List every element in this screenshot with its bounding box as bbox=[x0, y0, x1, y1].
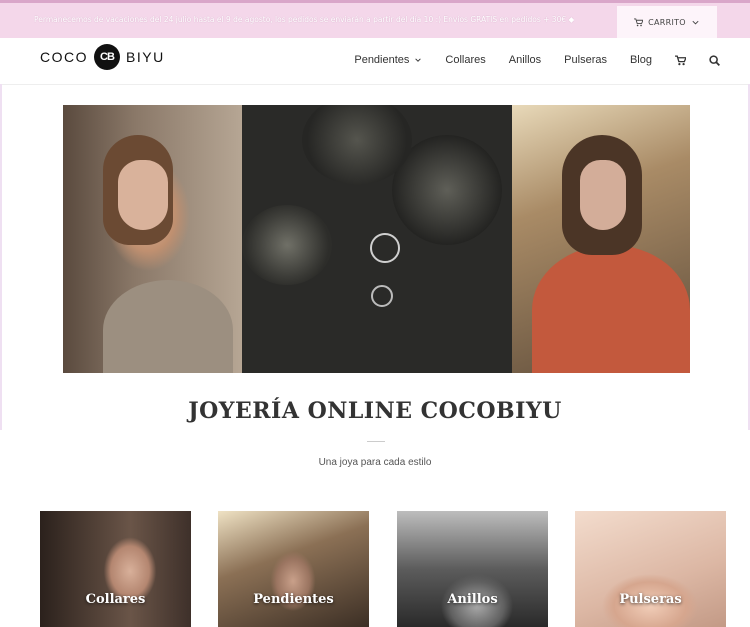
hero-photo-cactus-necklace bbox=[242, 105, 512, 373]
nav-search-button[interactable] bbox=[709, 54, 720, 66]
logo-text-right: BIYU bbox=[126, 49, 165, 65]
hero-photo-woman-blazer bbox=[512, 105, 690, 373]
cart-icon bbox=[675, 54, 686, 65]
nav-item-blog[interactable]: Blog bbox=[630, 54, 652, 66]
category-label: Anillos bbox=[447, 592, 498, 607]
category-card-pulseras[interactable]: Pulseras bbox=[575, 511, 726, 627]
nav-item-pendientes[interactable]: Pendientes bbox=[354, 54, 422, 66]
nav-item-anillos[interactable]: Anillos bbox=[509, 54, 541, 66]
category-label: Pulseras bbox=[619, 592, 682, 607]
hero-photo-woman-earring bbox=[63, 105, 242, 373]
nav-label: Collares bbox=[445, 54, 486, 66]
nav-label: Blog bbox=[629, 54, 652, 66]
page-side-band-left bbox=[0, 84, 2, 430]
category-card-collares[interactable]: Collares bbox=[40, 511, 191, 627]
site-header: COCO CB BIYU Pendientes Collares Anillos… bbox=[0, 38, 750, 85]
chevron-down-icon bbox=[692, 20, 699, 24]
logo-text-left: COCO bbox=[40, 49, 88, 65]
nav-cart-button[interactable] bbox=[675, 54, 686, 66]
announcement-bar: Permanecemos de vacaciones del 24 julio … bbox=[0, 0, 750, 38]
search-icon bbox=[709, 54, 720, 66]
page-subtitle: Una joya para cada estilo bbox=[318, 457, 432, 468]
announcement-text: Permanecemos de vacaciones del 24 julio … bbox=[34, 15, 574, 24]
nav-item-collares[interactable]: Collares bbox=[445, 54, 485, 66]
nav-label: Anillos bbox=[508, 54, 542, 66]
nav-item-pulseras[interactable]: Pulseras bbox=[564, 54, 607, 66]
hero-banner bbox=[63, 105, 690, 373]
chevron-down-icon bbox=[415, 58, 422, 62]
category-card-pendientes[interactable]: Pendientes bbox=[218, 511, 369, 627]
page-title: JOYERÍA ONLINE COCOBIYU bbox=[188, 398, 562, 424]
title-divider bbox=[367, 441, 385, 442]
cart-label: CARRITO bbox=[648, 17, 686, 27]
category-card-anillos[interactable]: Anillos bbox=[397, 511, 548, 627]
category-label: Collares bbox=[85, 592, 146, 607]
nav-label: Pulseras bbox=[564, 54, 607, 66]
cart-icon bbox=[634, 17, 644, 26]
nav-label: Pendientes bbox=[354, 54, 410, 66]
logo-mark: CB bbox=[94, 44, 120, 70]
site-logo[interactable]: COCO CB BIYU bbox=[40, 42, 165, 72]
cart-dropdown-button[interactable]: CARRITO bbox=[617, 6, 717, 38]
main-nav: Pendientes Collares Anillos Pulseras Blo… bbox=[354, 54, 720, 66]
category-label: Pendientes bbox=[253, 592, 334, 607]
